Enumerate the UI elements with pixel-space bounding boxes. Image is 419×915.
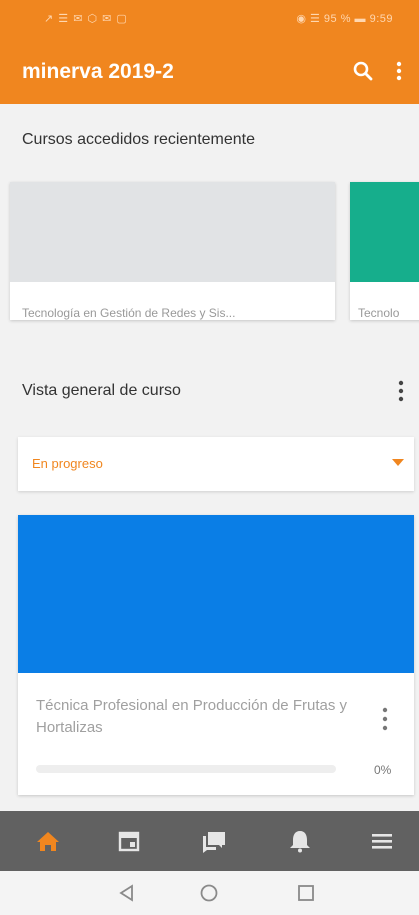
app-bar: minerva 2019-2 <box>0 38 419 104</box>
more-vertical-icon[interactable] <box>391 59 407 83</box>
page-title: minerva 2019-2 <box>22 60 174 83</box>
course-card[interactable]: Técnica Profesional en Producción de Fru… <box>18 515 414 795</box>
status-bar: ↗ ☰ ✉ ⬡ ✉ ▢ ◉ ☰ 95 % ▬ 9:59 <box>0 0 419 38</box>
course-name[interactable]: Técnica Profesional en Producción de Fru… <box>36 695 356 739</box>
recent-course-card[interactable]: Tecnología en Gestión de Redes y Sis... <box>10 182 335 320</box>
recent-course-name: Tecnología en Gestión de Redes y Sis... <box>22 306 236 320</box>
course-overview-heading: Vista general de curso <box>22 382 181 399</box>
chevron-down-icon <box>392 459 404 466</box>
status-bar-right: ◉ ☰ 95 % ▬ 9:59 <box>296 13 393 25</box>
home-icon[interactable] <box>34 829 62 853</box>
notifications-icon[interactable] <box>286 829 314 853</box>
search-icon[interactable] <box>351 59 375 83</box>
course-filter-select[interactable]: En progreso <box>18 437 414 491</box>
course-filter-value: En progreso <box>32 456 103 471</box>
system-navigation-bar <box>0 871 419 915</box>
recent-courses-heading: Cursos accedidos recientemente <box>22 131 256 148</box>
more-vertical-icon[interactable] <box>394 378 408 404</box>
course-image <box>18 515 414 673</box>
calendar-icon[interactable] <box>115 829 143 853</box>
recent-course-name: Tecnolo <box>358 306 400 320</box>
recent-course-image <box>10 182 335 282</box>
menu-icon[interactable] <box>368 829 396 853</box>
more-vertical-icon[interactable] <box>378 705 392 733</box>
recent-course-image <box>350 182 419 282</box>
recents-icon[interactable] <box>296 883 316 903</box>
course-progress-bar <box>36 765 336 773</box>
messages-icon[interactable] <box>200 829 228 853</box>
recent-course-card[interactable]: Tecnolo <box>350 182 419 320</box>
back-icon[interactable] <box>117 883 137 903</box>
status-bar-left: ↗ ☰ ✉ ⬡ ✉ ▢ <box>44 13 128 25</box>
course-progress-label: 0% <box>374 763 392 777</box>
home-circle-icon[interactable] <box>199 883 219 903</box>
bottom-navigation <box>0 811 419 871</box>
